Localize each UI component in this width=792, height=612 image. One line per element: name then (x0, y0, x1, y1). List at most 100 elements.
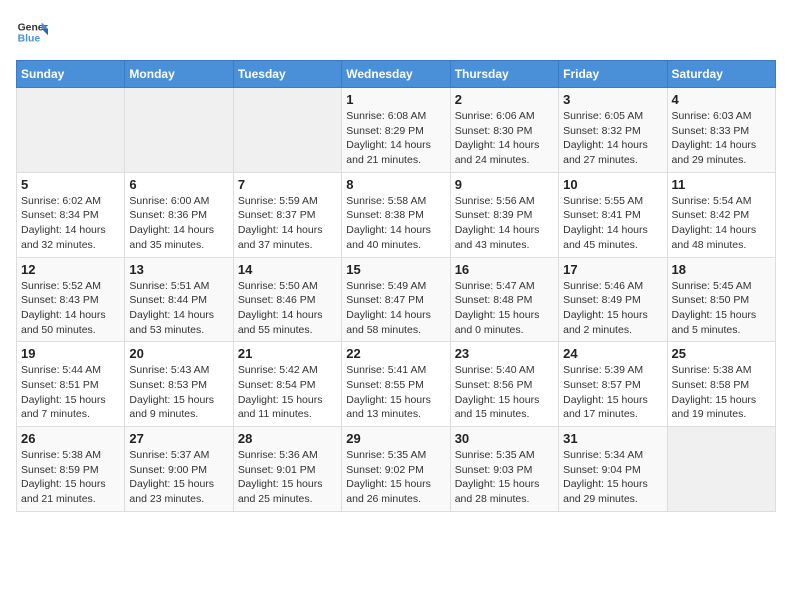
day-number: 1 (346, 92, 445, 107)
day-number: 30 (455, 431, 554, 446)
day-number: 8 (346, 177, 445, 192)
day-number: 5 (21, 177, 120, 192)
calendar-cell: 2Sunrise: 6:06 AM Sunset: 8:30 PM Daylig… (450, 88, 558, 173)
day-info: Sunrise: 5:54 AM Sunset: 8:42 PM Dayligh… (672, 194, 771, 253)
calendar-cell: 10 Sunrise: 5:55 AM Sunset: 8:41 PM Dayli… (559, 172, 667, 257)
day-info: Sunrise: 5:41 AM Sunset: 8:55 PM Dayligh… (346, 363, 445, 422)
day-info: Sunrise: 5:55 AM Sunset: 8:41 PM Dayligh… (563, 194, 662, 253)
calendar-cell: 30 Sunrise: 5:35 AM Sunset: 9:03 PM Dayli… (450, 427, 558, 512)
day-info: Sunrise: 5:38 AM Sunset: 8:59 PM Dayligh… (21, 448, 120, 507)
day-number: 15 (346, 262, 445, 277)
calendar-week-row: 26 Sunrise: 5:38 AM Sunset: 8:59 PM Dayli… (17, 427, 776, 512)
calendar-cell: 25 Sunrise: 5:38 AM Sunset: 8:58 PM Dayli… (667, 342, 775, 427)
day-number: 29 (346, 431, 445, 446)
day-info: Sunrise: 5:35 AM Sunset: 9:02 PM Dayligh… (346, 448, 445, 507)
day-number: 24 (563, 346, 662, 361)
day-number: 27 (129, 431, 228, 446)
day-info: Sunrise: 5:37 AM Sunset: 9:00 PM Dayligh… (129, 448, 228, 507)
calendar-cell: 31Sunrise: 5:34 AM Sunset: 9:04 PM Dayli… (559, 427, 667, 512)
weekday-header-tuesday: Tuesday (233, 61, 341, 88)
calendar-cell: 17Sunrise: 5:46 AM Sunset: 8:49 PM Dayli… (559, 257, 667, 342)
calendar-cell: 6 Sunrise: 6:00 AM Sunset: 8:36 PM Daylig… (125, 172, 233, 257)
calendar-week-row: 19 Sunrise: 5:44 AM Sunset: 8:51 PM Dayli… (17, 342, 776, 427)
calendar-cell: 5 Sunrise: 6:02 AM Sunset: 8:34 PM Daylig… (17, 172, 125, 257)
day-info: Sunrise: 5:45 AM Sunset: 8:50 PM Dayligh… (672, 279, 771, 338)
day-info: Sunrise: 5:56 AM Sunset: 8:39 PM Dayligh… (455, 194, 554, 253)
calendar-cell (233, 88, 341, 173)
calendar-cell: 14 Sunrise: 5:50 AM Sunset: 8:46 PM Dayli… (233, 257, 341, 342)
weekday-header-monday: Monday (125, 61, 233, 88)
calendar-week-row: 1 Sunrise: 6:08 AM Sunset: 8:29 PM Daylig… (17, 88, 776, 173)
day-info: Sunrise: 5:58 AM Sunset: 8:38 PM Dayligh… (346, 194, 445, 253)
calendar-week-row: 12 Sunrise: 5:52 AM Sunset: 8:43 PM Dayli… (17, 257, 776, 342)
day-number: 6 (129, 177, 228, 192)
day-info: Sunrise: 6:00 AM Sunset: 8:36 PM Dayligh… (129, 194, 228, 253)
day-number: 22 (346, 346, 445, 361)
logo-icon: General Blue (16, 16, 48, 48)
calendar-cell: 23 Sunrise: 5:40 AM Sunset: 8:56 PM Dayli… (450, 342, 558, 427)
calendar-cell: 4 Sunrise: 6:03 AM Sunset: 8:33 PM Daylig… (667, 88, 775, 173)
calendar-cell: 18Sunrise: 5:45 AM Sunset: 8:50 PM Dayli… (667, 257, 775, 342)
day-number: 9 (455, 177, 554, 192)
calendar-cell: 16 Sunrise: 5:47 AM Sunset: 8:48 PM Dayli… (450, 257, 558, 342)
weekday-header-friday: Friday (559, 61, 667, 88)
day-info: Sunrise: 5:51 AM Sunset: 8:44 PM Dayligh… (129, 279, 228, 338)
day-number: 14 (238, 262, 337, 277)
day-number: 28 (238, 431, 337, 446)
weekday-header-wednesday: Wednesday (342, 61, 450, 88)
day-number: 12 (21, 262, 120, 277)
day-info: Sunrise: 5:35 AM Sunset: 9:03 PM Dayligh… (455, 448, 554, 507)
day-number: 13 (129, 262, 228, 277)
day-info: Sunrise: 6:08 AM Sunset: 8:29 PM Dayligh… (346, 109, 445, 168)
page-header: General Blue (16, 16, 776, 48)
day-number: 20 (129, 346, 228, 361)
calendar-cell: 29 Sunrise: 5:35 AM Sunset: 9:02 PM Dayli… (342, 427, 450, 512)
day-number: 23 (455, 346, 554, 361)
calendar-cell (125, 88, 233, 173)
calendar-cell: 28Sunrise: 5:36 AM Sunset: 9:01 PM Dayli… (233, 427, 341, 512)
day-info: Sunrise: 5:49 AM Sunset: 8:47 PM Dayligh… (346, 279, 445, 338)
day-number: 25 (672, 346, 771, 361)
weekday-header-row: SundayMondayTuesdayWednesdayThursdayFrid… (17, 61, 776, 88)
day-number: 2 (455, 92, 554, 107)
calendar-cell: 12 Sunrise: 5:52 AM Sunset: 8:43 PM Dayli… (17, 257, 125, 342)
day-info: Sunrise: 6:03 AM Sunset: 8:33 PM Dayligh… (672, 109, 771, 168)
calendar-cell: 3Sunrise: 6:05 AM Sunset: 8:32 PM Daylig… (559, 88, 667, 173)
day-info: Sunrise: 5:47 AM Sunset: 8:48 PM Dayligh… (455, 279, 554, 338)
day-info: Sunrise: 5:34 AM Sunset: 9:04 PM Dayligh… (563, 448, 662, 507)
day-info: Sunrise: 5:38 AM Sunset: 8:58 PM Dayligh… (672, 363, 771, 422)
calendar-body: 1 Sunrise: 6:08 AM Sunset: 8:29 PM Daylig… (17, 88, 776, 512)
day-number: 21 (238, 346, 337, 361)
day-number: 10 (563, 177, 662, 192)
day-info: Sunrise: 5:43 AM Sunset: 8:53 PM Dayligh… (129, 363, 228, 422)
weekday-header-saturday: Saturday (667, 61, 775, 88)
day-info: Sunrise: 5:40 AM Sunset: 8:56 PM Dayligh… (455, 363, 554, 422)
day-info: Sunrise: 5:42 AM Sunset: 8:54 PM Dayligh… (238, 363, 337, 422)
logo: General Blue (16, 16, 48, 48)
day-number: 19 (21, 346, 120, 361)
day-number: 4 (672, 92, 771, 107)
day-info: Sunrise: 6:02 AM Sunset: 8:34 PM Dayligh… (21, 194, 120, 253)
calendar-cell: 13 Sunrise: 5:51 AM Sunset: 8:44 PM Dayli… (125, 257, 233, 342)
day-number: 16 (455, 262, 554, 277)
calendar-cell: 22 Sunrise: 5:41 AM Sunset: 8:55 PM Dayli… (342, 342, 450, 427)
calendar-table: SundayMondayTuesdayWednesdayThursdayFrid… (16, 60, 776, 512)
calendar-cell: 9 Sunrise: 5:56 AM Sunset: 8:39 PM Daylig… (450, 172, 558, 257)
day-info: Sunrise: 5:52 AM Sunset: 8:43 PM Dayligh… (21, 279, 120, 338)
calendar-cell: 26 Sunrise: 5:38 AM Sunset: 8:59 PM Dayli… (17, 427, 125, 512)
calendar-week-row: 5 Sunrise: 6:02 AM Sunset: 8:34 PM Daylig… (17, 172, 776, 257)
calendar-cell: 19 Sunrise: 5:44 AM Sunset: 8:51 PM Dayli… (17, 342, 125, 427)
calendar-cell: 27 Sunrise: 5:37 AM Sunset: 9:00 PM Dayli… (125, 427, 233, 512)
day-number: 7 (238, 177, 337, 192)
calendar-cell: 20 Sunrise: 5:43 AM Sunset: 8:53 PM Dayli… (125, 342, 233, 427)
day-info: Sunrise: 6:05 AM Sunset: 8:32 PM Dayligh… (563, 109, 662, 168)
day-info: Sunrise: 5:39 AM Sunset: 8:57 PM Dayligh… (563, 363, 662, 422)
weekday-header-thursday: Thursday (450, 61, 558, 88)
calendar-cell: 1 Sunrise: 6:08 AM Sunset: 8:29 PM Daylig… (342, 88, 450, 173)
day-number: 26 (21, 431, 120, 446)
calendar-cell: 11Sunrise: 5:54 AM Sunset: 8:42 PM Dayli… (667, 172, 775, 257)
day-info: Sunrise: 5:50 AM Sunset: 8:46 PM Dayligh… (238, 279, 337, 338)
calendar-cell: 24 Sunrise: 5:39 AM Sunset: 8:57 PM Dayli… (559, 342, 667, 427)
day-info: Sunrise: 5:44 AM Sunset: 8:51 PM Dayligh… (21, 363, 120, 422)
calendar-cell (17, 88, 125, 173)
